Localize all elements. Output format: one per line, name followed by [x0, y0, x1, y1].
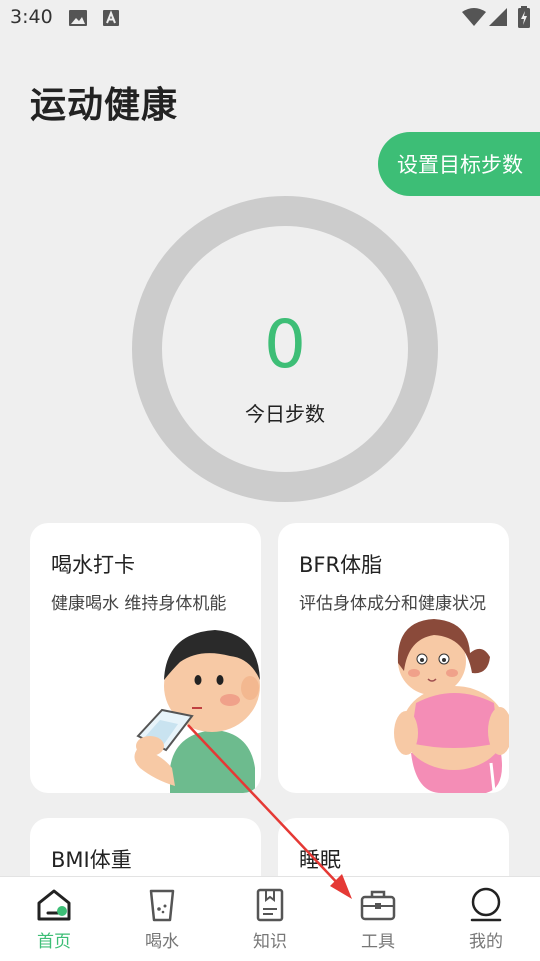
status-time: 3:40: [10, 6, 53, 28]
nav-label-home: 首页: [37, 932, 71, 952]
bottom-navigation: 首页 喝水 知识 工具 我的: [0, 876, 540, 961]
bfr-body-fat-card[interactable]: BFR体脂 评估身体成分和健康状况: [278, 523, 509, 793]
wifi-icon: [462, 8, 486, 26]
nav-label-tools: 工具: [361, 932, 395, 952]
text-a-icon: [103, 10, 119, 26]
nav-item-knowledge[interactable]: 知识: [216, 877, 324, 961]
water-checkin-card[interactable]: 喝水打卡 健康喝水 维持身体机能: [30, 523, 261, 793]
nav-label-mine: 我的: [469, 932, 503, 952]
nav-item-tools[interactable]: 工具: [324, 877, 432, 961]
chubby-girl-illustration: [394, 619, 509, 793]
home-icon: [37, 889, 71, 921]
water-cup-icon: [149, 889, 175, 922]
image-icon: [69, 10, 87, 26]
nav-item-home[interactable]: 首页: [0, 877, 108, 961]
profile-icon: [470, 887, 502, 922]
set-step-goal-label: 设置目标步数: [397, 153, 523, 177]
nav-label-water: 喝水: [145, 932, 179, 952]
nav-label-knowledge: 知识: [253, 932, 287, 952]
step-counter-ring: 0 今日步数: [132, 196, 438, 502]
drinking-boy-illustration: [134, 630, 260, 793]
nav-item-water[interactable]: 喝水: [108, 877, 216, 961]
book-icon: [256, 888, 284, 922]
card-description: 评估身体成分和健康状况: [299, 594, 486, 614]
card-title: BMI体重: [51, 848, 132, 872]
step-count-label: 今日步数: [245, 402, 325, 426]
battery-icon: [518, 6, 530, 28]
step-count: 0: [264, 306, 306, 383]
card-title: 喝水打卡: [51, 553, 135, 577]
toolbox-icon: [360, 890, 396, 921]
status-bar: 3:40: [0, 0, 540, 36]
card-title: BFR体脂: [299, 553, 383, 577]
nav-item-mine[interactable]: 我的: [432, 877, 540, 961]
set-step-goal-button[interactable]: 设置目标步数: [378, 132, 540, 196]
signal-icon: [489, 8, 507, 26]
card-title: 睡眠: [299, 848, 341, 872]
page-title: 运动健康: [30, 85, 179, 126]
card-description: 健康喝水 维持身体机能: [51, 594, 227, 614]
